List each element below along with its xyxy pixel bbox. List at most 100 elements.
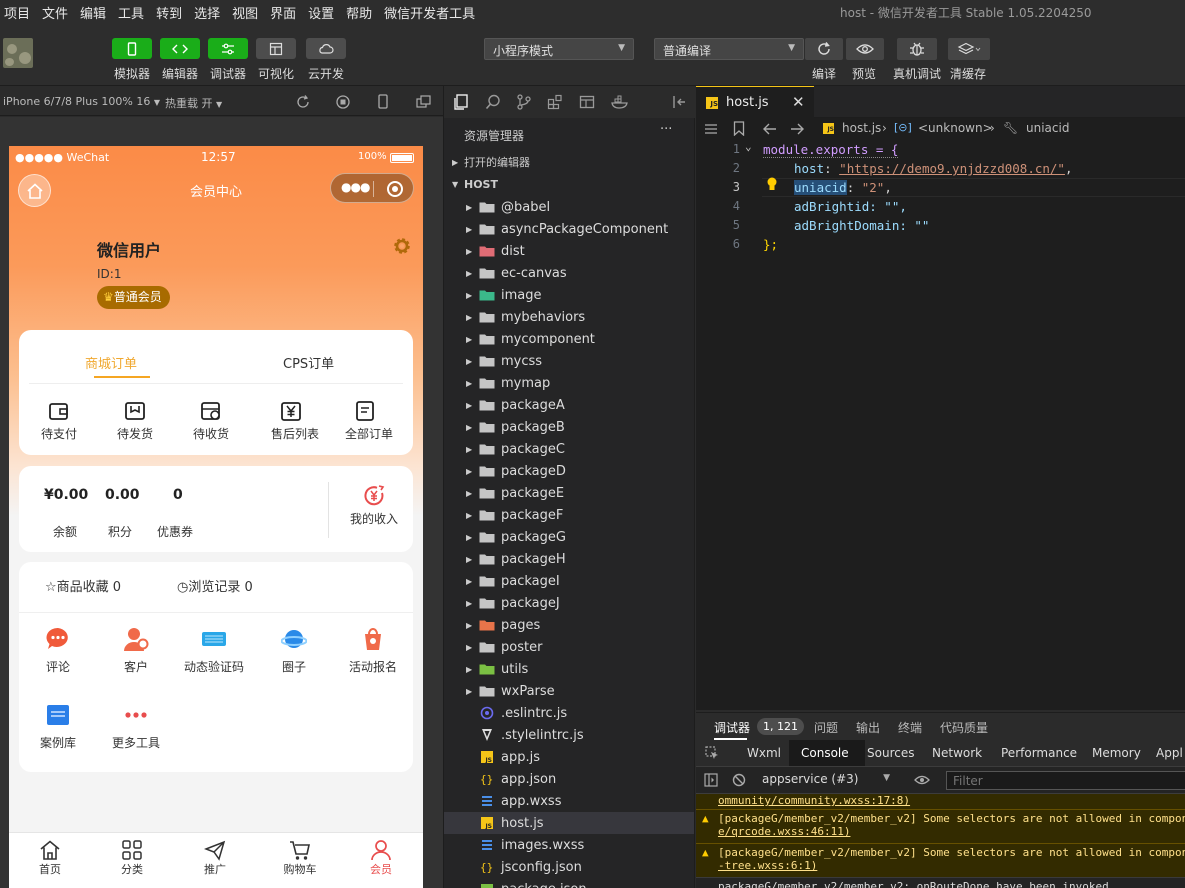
file-item[interactable]: images.wxss [444,834,694,856]
file-item[interactable]: package.json [444,878,694,888]
folder-item[interactable]: ▶ packageF [444,504,694,526]
editor-tab-hostjs[interactable]: JS host.js ✕ [696,86,814,118]
my-income-button[interactable]: 我的收入 [339,484,409,527]
popout-icon[interactable] [416,95,432,109]
menu-edit[interactable]: 编辑 [76,3,110,22]
folder-item[interactable]: ▶ wxParse [444,680,694,702]
file-item[interactable]: .stylelintrc.js [444,724,694,746]
menu-goto[interactable]: 转到 [152,3,186,22]
folder-item[interactable]: ▶ dist [444,240,694,262]
folder-item[interactable]: ▶ mycss [444,350,694,372]
search-icon[interactable] [485,94,501,110]
balance-value[interactable]: ¥0.00 [44,487,88,503]
order-all[interactable]: 全部订单 [345,400,393,442]
tab-memory[interactable]: Memory [1092,746,1141,760]
tab-mall-orders[interactable]: 商城订单 [85,353,137,372]
file-item[interactable]: .eslintrc.js [444,702,694,724]
remote-debug-button[interactable] [897,38,937,60]
inspect-element-icon[interactable] [705,746,719,760]
menu-file[interactable]: 文件 [38,3,72,22]
source-control-icon[interactable] [516,94,532,110]
folder-item[interactable]: ▶ mybehaviors [444,306,694,328]
tab-home[interactable]: 首页 [31,839,69,877]
list-icon[interactable] [704,122,718,136]
breadcrumb-scope[interactable]: <unknown> [918,121,993,135]
order-pending-pay[interactable]: 待支付 [39,400,79,442]
console-source-link[interactable]: e/qrcode.wxss:46:11) [718,825,1185,838]
tab-member[interactable]: 会员 [362,839,400,877]
file-item[interactable]: {} jsconfig.json [444,856,694,878]
folder-item[interactable]: ▶ poster [444,636,694,658]
tab-wxml[interactable]: Wxml [747,746,781,760]
folder-item[interactable]: ▶ packageB [444,416,694,438]
tool-case-library[interactable]: 案例库 [33,702,83,751]
tab-debugger[interactable]: 调试器 [714,719,750,736]
file-item[interactable]: JS host.js [444,812,694,834]
menu-project[interactable]: 项目 [0,3,34,22]
folder-item[interactable]: ▶ image [444,284,694,306]
console-filter-input[interactable] [946,771,1185,790]
debugger-toggle-button[interactable] [208,38,248,59]
file-item[interactable]: app.wxss [444,790,694,812]
menu-select[interactable]: 选择 [190,3,224,22]
menu-wechat-devtools[interactable]: 微信开发者工具 [380,3,479,22]
visual-toggle-button[interactable] [256,38,296,59]
folder-item[interactable]: ▶ packageC [444,438,694,460]
console-source-link[interactable]: -tree.wxss:6:1) [718,859,1185,872]
more-dots-icon[interactable]: ●●● [341,180,370,194]
breadcrumb-file[interactable]: host.js [842,121,881,135]
layout-panel-icon[interactable] [579,94,595,110]
menu-help[interactable]: 帮助 [342,3,376,22]
lightbulb-icon[interactable] [766,177,778,191]
docker-whale-icon[interactable] [611,94,629,110]
tab-category[interactable]: 分类 [113,839,151,877]
settings-gear-icon[interactable] [392,236,412,256]
folder-item[interactable]: ▶ packageJ [444,592,694,614]
folder-item[interactable]: ▶ packageA [444,394,694,416]
folder-item[interactable]: ▶ @babel [444,196,694,218]
preview-button[interactable] [846,38,884,60]
order-after-sales[interactable]: 售后列表 [271,400,319,442]
tool-dynamic-code[interactable]: 动态验证码 [181,626,247,675]
stop-icon[interactable] [336,95,350,109]
tab-output[interactable]: 输出 [856,719,880,736]
collapse-panel-icon[interactable] [672,94,688,110]
context-select[interactable]: appservice (#3) ▼ [762,772,898,789]
eye-icon[interactable] [914,774,930,786]
phone-icon[interactable] [376,94,390,110]
breadcrumb-symbol[interactable]: uniacid [1026,121,1069,135]
folder-item[interactable]: ▶ utils [444,658,694,680]
folder-item[interactable]: ▶ pages [444,614,694,636]
close-tab-icon[interactable]: ✕ [792,93,805,111]
simulator-toggle-button[interactable] [112,38,152,59]
refresh-icon[interactable] [296,95,310,109]
tab-promote[interactable]: 推广 [196,839,234,877]
project-section[interactable]: ▼ HOST [444,173,694,195]
device-select[interactable]: iPhone 6/7/8 Plus 100% 16 ▼ [3,95,160,108]
user-avatar[interactable] [3,38,33,68]
tab-cps-orders[interactable]: CPS订单 [283,353,334,372]
bookmark-icon[interactable] [733,121,745,136]
order-pending-ship[interactable]: 待发货 [115,400,155,442]
folder-item[interactable]: ▶ ec-canvas [444,262,694,284]
coupons-value[interactable]: 0 [173,487,183,503]
tab-code-quality[interactable]: 代码质量 [940,719,988,736]
tab-sources[interactable]: Sources [867,746,914,760]
arrow-left-icon[interactable] [762,122,778,136]
fold-chevron-icon[interactable]: ⌄ [745,140,752,153]
folder-item[interactable]: ▶ packageH [444,548,694,570]
folder-item[interactable]: ▶ mycomponent [444,328,694,350]
menu-interface[interactable]: 界面 [266,3,300,22]
open-editors-section[interactable]: ▶ 打开的编辑器 [444,151,694,173]
tab-performance[interactable]: Performance [1001,746,1077,760]
extensions-icon[interactable] [547,94,563,110]
tool-event-signup[interactable]: 活动报名 [343,626,403,675]
files-icon[interactable] [453,94,469,110]
tab-network[interactable]: Network [932,746,982,760]
points-value[interactable]: 0.00 [105,487,140,503]
close-miniprogram-icon[interactable] [386,180,404,198]
folder-item[interactable]: ▶ packageD [444,460,694,482]
tool-comments[interactable]: 评论 [33,626,83,675]
folder-item[interactable]: ▶ packageG [444,526,694,548]
hot-reload-toggle[interactable]: 热重载 开 ▼ [165,95,222,111]
